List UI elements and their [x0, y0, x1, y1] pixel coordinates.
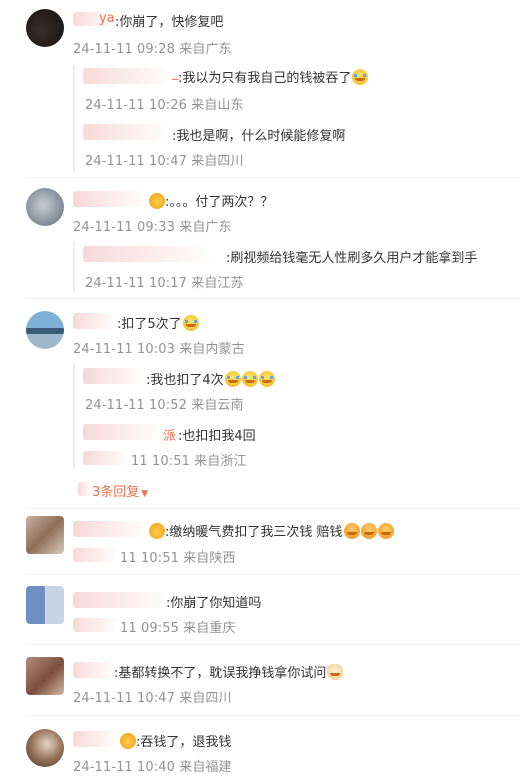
vip-crown-icon [120, 733, 136, 749]
username-blurred[interactable] [73, 592, 169, 608]
more-replies-link[interactable]: 3条回复 ▼ [92, 481, 148, 500]
divider [26, 177, 520, 178]
reply-thread-bar [73, 242, 75, 292]
avatar[interactable] [26, 657, 64, 695]
angry-emoji-icon [377, 523, 394, 539]
cat-emoji-icon [327, 664, 344, 680]
cry-emoji-icon [241, 371, 258, 387]
vip-crown-icon [149, 193, 165, 209]
time-blurred [73, 548, 119, 562]
avatar[interactable] [26, 729, 64, 767]
comment-meta: 11 09:55 来自重庆 [120, 621, 236, 636]
chevron-down-icon: ▼ [141, 489, 149, 499]
divider [26, 574, 520, 575]
comment-meta: 24-11-11 10:40 来自福建 [73, 760, 232, 775]
comment-text: :缴纳暖气费扣了我三次钱 赔钱 [149, 521, 394, 540]
username-blurred[interactable] [83, 124, 169, 140]
avatar[interactable] [26, 311, 64, 349]
comment-meta: 24-11-11 10:47 来自四川 [73, 691, 232, 706]
username-blurred[interactable] [83, 68, 175, 84]
blurred-prefix [78, 482, 92, 496]
vip-crown-icon [149, 523, 165, 539]
reply-thread-bar [73, 66, 75, 172]
username-blurred[interactable] [73, 313, 117, 329]
cry-emoji-icon [258, 371, 275, 387]
avatar[interactable] [26, 516, 64, 554]
username-blurred[interactable] [83, 368, 145, 384]
time-blurred [83, 451, 129, 465]
username-blurred[interactable] [83, 246, 217, 262]
cry-emoji-icon [352, 69, 369, 85]
cry-emoji-icon [224, 371, 241, 387]
username-blurred[interactable] [73, 191, 149, 207]
reply-meta: 24-11-11 10:17 来自江苏 [85, 276, 244, 291]
time-blurred [73, 618, 119, 632]
username-blurred[interactable] [83, 424, 163, 440]
reply-text: :也扣扣我4回 [178, 429, 256, 444]
comment-text: :扣了5次了 [117, 313, 199, 332]
reply-thread-bar [73, 363, 75, 469]
reply-meta: 24-11-11 10:52 来自云南 [85, 398, 244, 413]
shocked-emoji-icon [182, 315, 199, 331]
comment-text: :吞钱了，退我钱 [120, 731, 231, 750]
avatar[interactable] [26, 9, 64, 47]
divider [26, 644, 520, 645]
reply-text: :刷视频给钱毫无人性刷多久用户才能拿到手 [226, 251, 478, 266]
comment-meta: 24-11-11 10:03 来自内蒙古 [73, 342, 245, 357]
comment-meta: 24-11-11 09:28 来自广东 [73, 42, 232, 57]
reply-meta: 24-11-11 10:26 来自山东 [85, 98, 244, 113]
divider [26, 508, 520, 509]
comment-text: :你崩了，快修复吧 [115, 15, 224, 30]
reply-text: :我以为只有我自己的钱被吞了 [178, 67, 369, 86]
comment-text: :基都转换不了，耽误我挣钱拿你试问 [114, 662, 344, 681]
username-blurred[interactable] [73, 662, 115, 678]
divider [26, 715, 520, 716]
reply-text: :我也扣了4次 [146, 369, 275, 388]
comment-meta: 11 10:51 来自陕西 [120, 551, 236, 566]
reply-meta: 24-11-11 10:47 来自四川 [85, 154, 244, 169]
username-blurred[interactable] [73, 521, 149, 537]
avatar[interactable] [26, 188, 64, 226]
divider [26, 298, 520, 299]
username[interactable]: ya [99, 11, 115, 26]
avatar[interactable] [26, 586, 64, 624]
comment-meta: 24-11-11 09:33 来自广东 [73, 220, 232, 235]
angry-emoji-icon [343, 523, 360, 539]
reply-meta: 11 10:51 来自浙江 [131, 454, 247, 469]
username[interactable]: 派 [163, 425, 176, 444]
angry-emoji-icon [360, 523, 377, 539]
username-blurred[interactable] [73, 731, 119, 747]
comment-text: :。。。付了两次？？ [149, 191, 273, 210]
reply-text: :我也是啊，什么时候能修复啊 [172, 129, 346, 144]
comment-text: :你崩了你知道吗 [166, 596, 262, 611]
